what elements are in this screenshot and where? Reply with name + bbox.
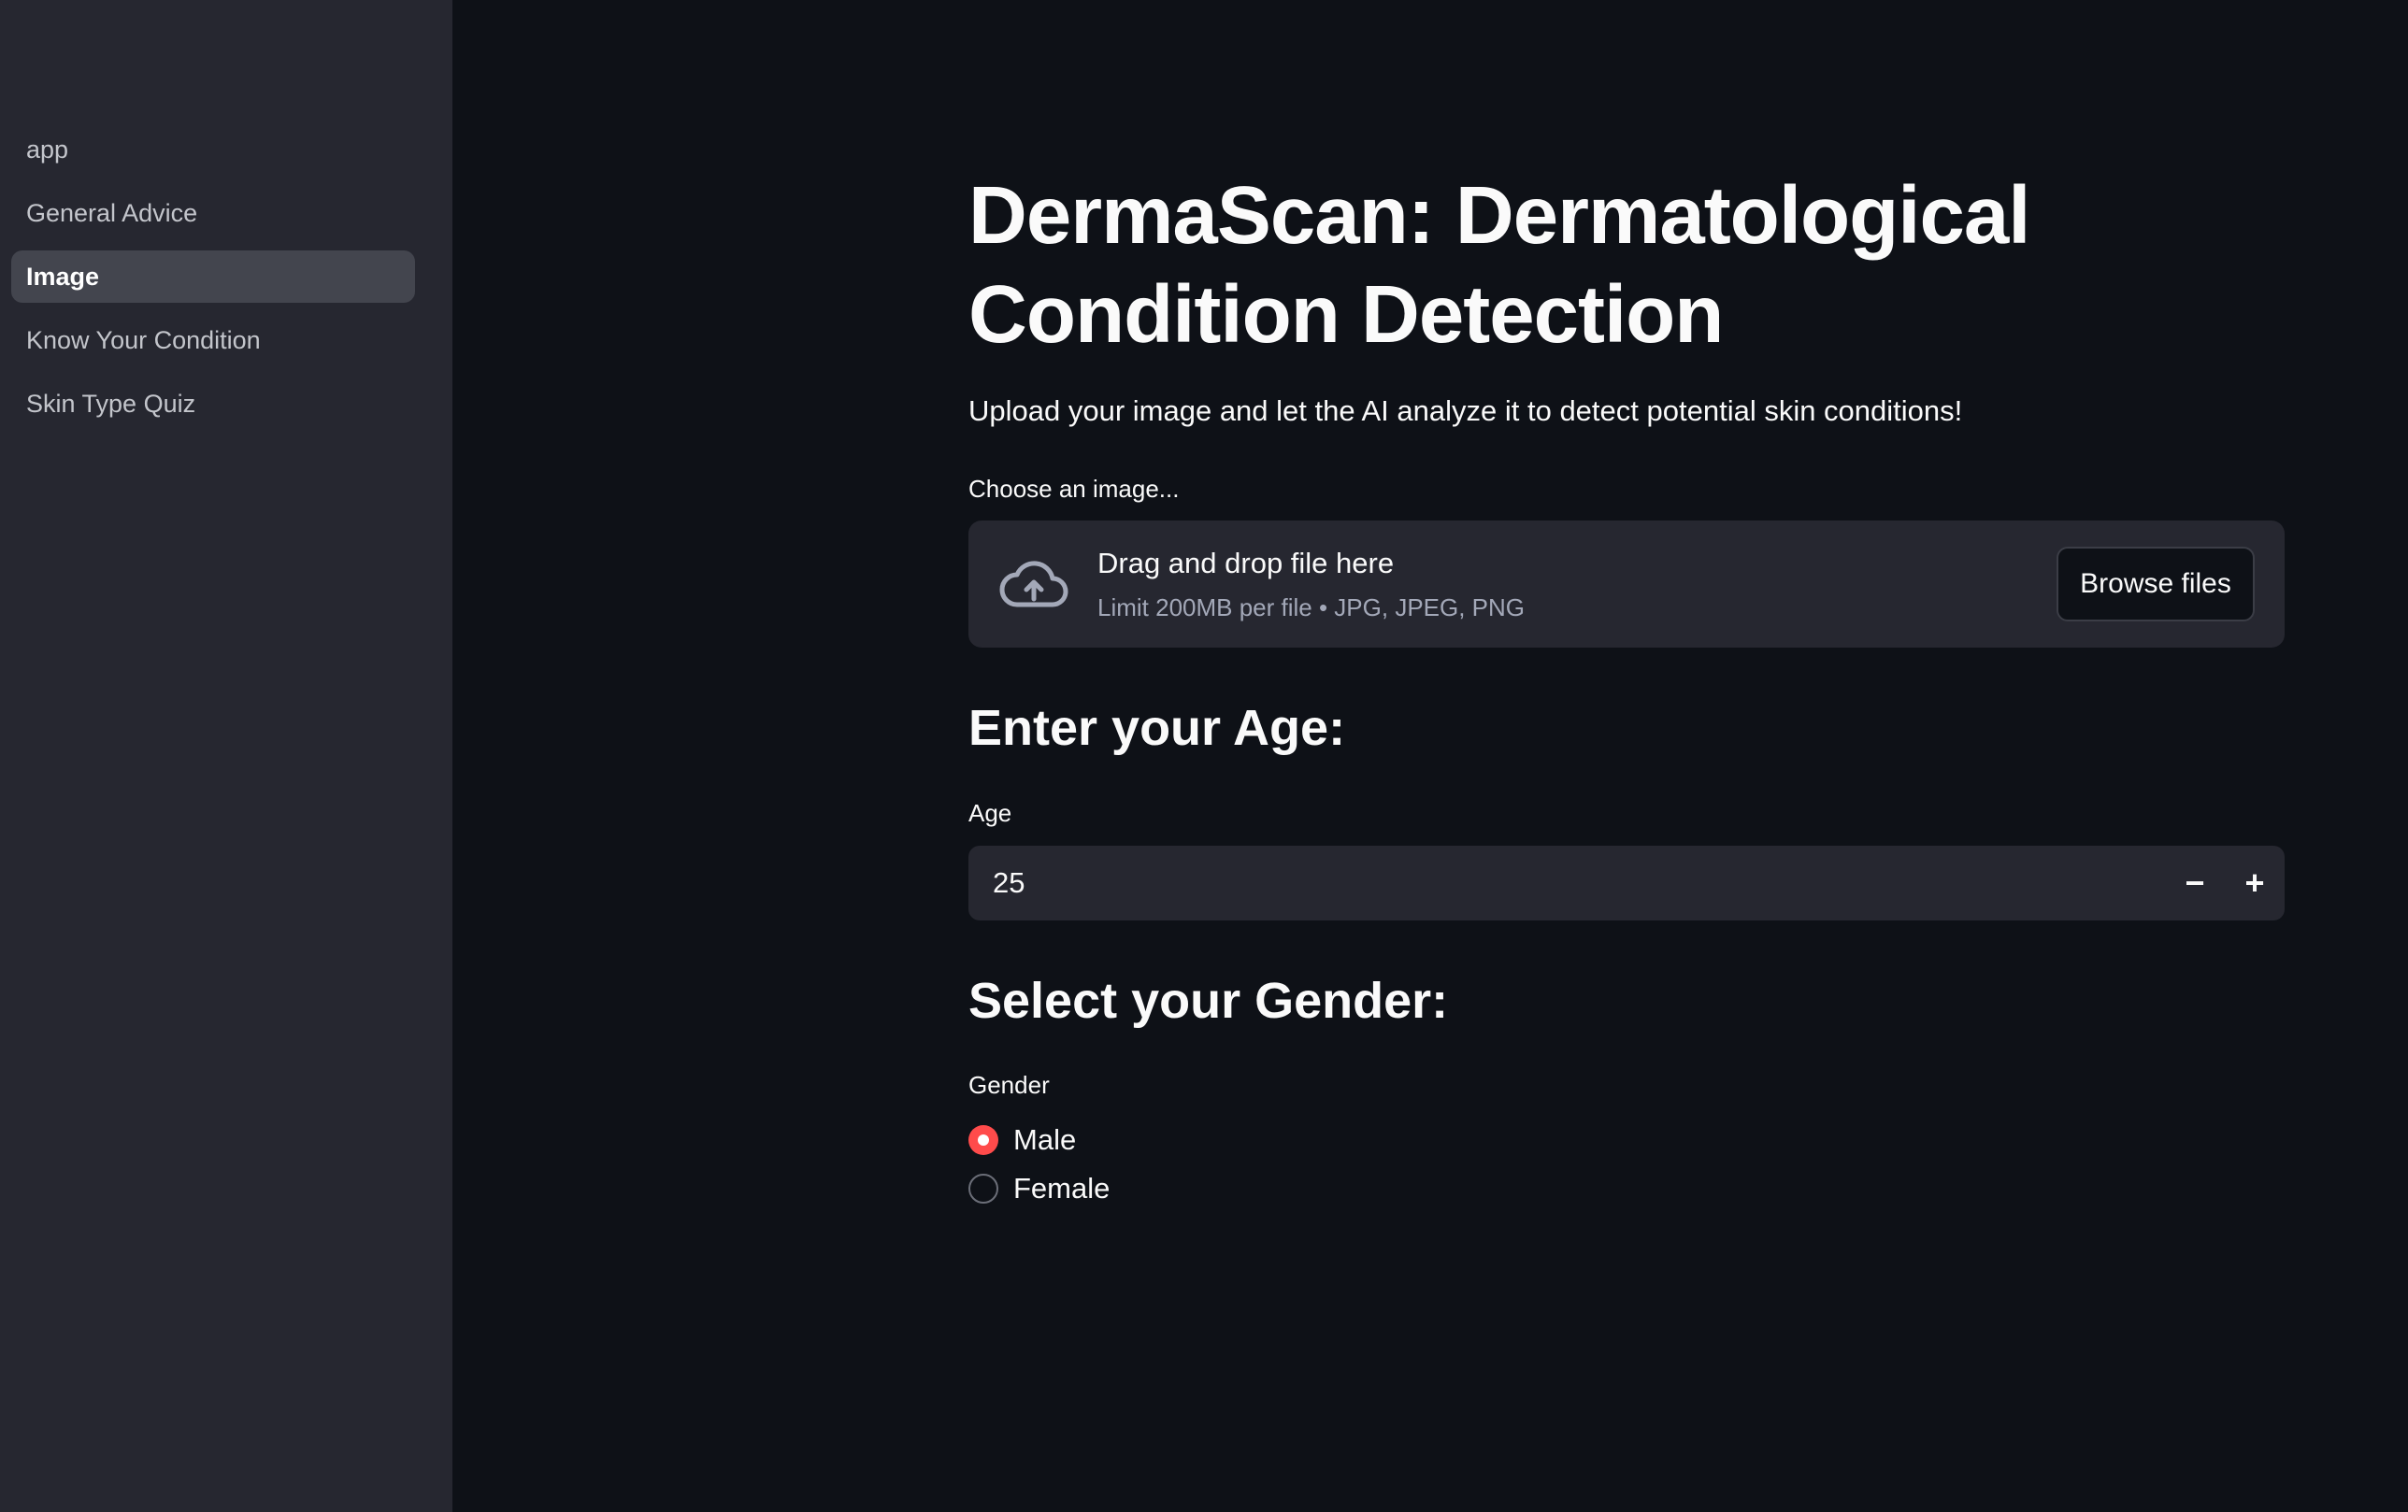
sidebar-item-general-advice[interactable]: General Advice bbox=[11, 187, 415, 239]
file-dropzone[interactable]: Drag and drop file here Limit 200MB per … bbox=[968, 521, 2285, 648]
radio-label: Male bbox=[1013, 1123, 1077, 1156]
decrement-button[interactable]: − bbox=[2165, 846, 2225, 920]
cloud-upload-icon bbox=[999, 561, 1068, 607]
sidebar-item-know-your-condition[interactable]: Know Your Condition bbox=[11, 314, 415, 366]
page-subtitle: Upload your image and let the AI analyze… bbox=[968, 394, 1963, 427]
uploader-label: Choose an image... bbox=[968, 475, 1180, 503]
sidebar-item-image[interactable]: Image bbox=[11, 250, 415, 303]
page-title: DermaScan: Dermatological Condition Dete… bbox=[968, 170, 2030, 360]
sidebar-item-label: app bbox=[26, 135, 69, 164]
age-input-field[interactable]: 25 bbox=[993, 846, 1025, 920]
sidebar-item-skin-type-quiz[interactable]: Skin Type Quiz bbox=[11, 378, 415, 430]
sidebar-item-label: Know Your Condition bbox=[26, 325, 261, 354]
radio-option-female[interactable]: Female bbox=[968, 1172, 1110, 1205]
age-number-input: 25 − + bbox=[968, 846, 2285, 920]
increment-button[interactable]: + bbox=[2225, 846, 2285, 920]
gender-heading: Select your Gender: bbox=[968, 973, 1449, 1029]
radio-unselected-icon[interactable] bbox=[968, 1174, 998, 1204]
age-label: Age bbox=[968, 799, 1012, 827]
browse-files-button[interactable]: Browse files bbox=[2057, 547, 2255, 621]
sidebar-item-label: Image bbox=[26, 262, 100, 291]
sidebar-item-label: General Advice bbox=[26, 198, 198, 227]
gender-label: Gender bbox=[968, 1071, 1050, 1099]
radio-option-male[interactable]: Male bbox=[968, 1123, 1076, 1157]
radio-selected-icon[interactable] bbox=[968, 1125, 998, 1155]
dropzone-limits: Limit 200MB per file • JPG, JPEG, PNG bbox=[1097, 593, 1526, 621]
sidebar-item-label: Skin Type Quiz bbox=[26, 389, 196, 418]
dropzone-title: Drag and drop file here bbox=[1097, 547, 1395, 579]
sidebar-item-app[interactable]: app bbox=[11, 123, 415, 176]
radio-label: Female bbox=[1013, 1172, 1111, 1205]
sidebar: app General Advice Image Know Your Condi… bbox=[0, 0, 452, 1512]
age-heading: Enter your Age: bbox=[968, 700, 1346, 756]
